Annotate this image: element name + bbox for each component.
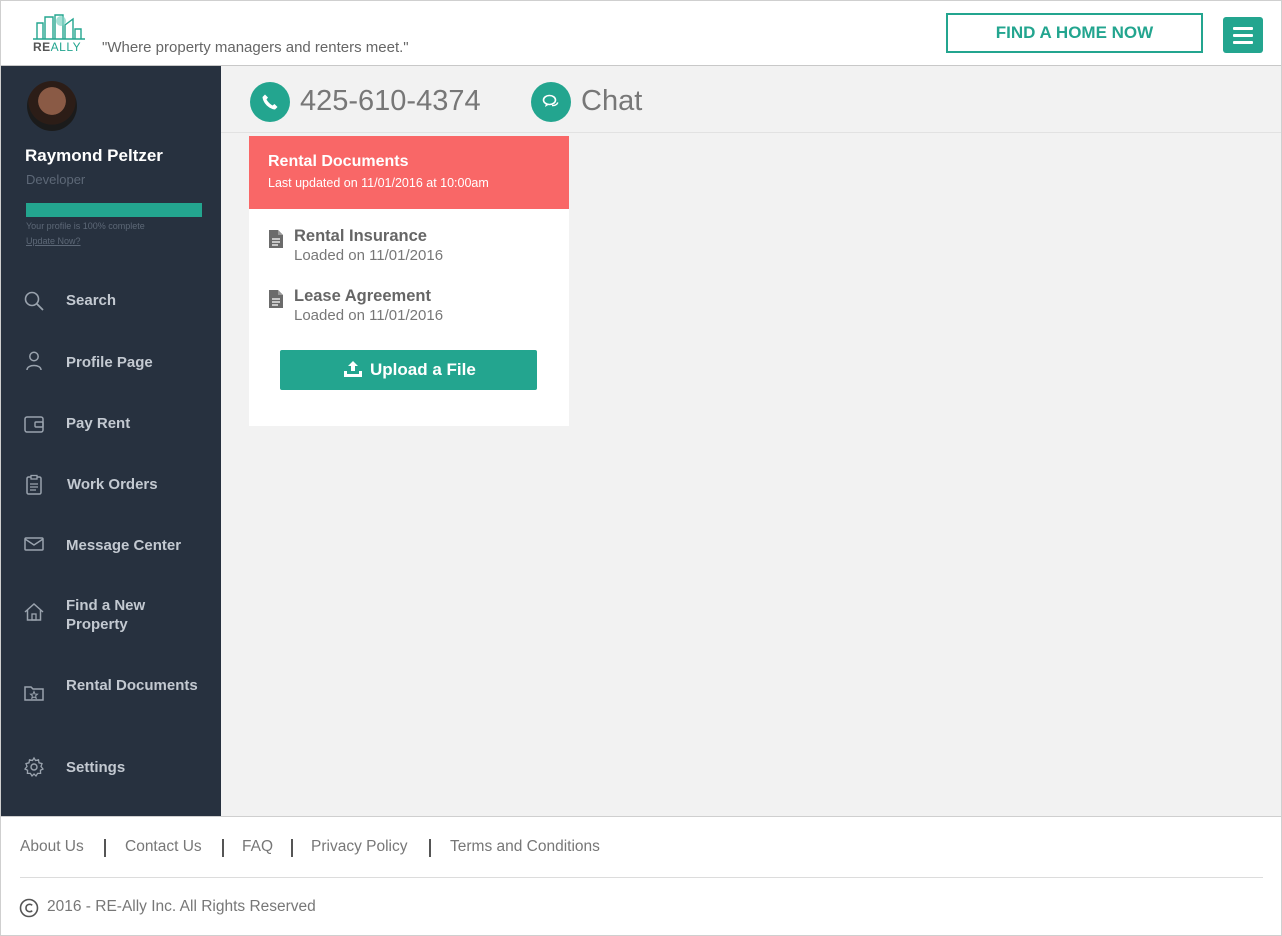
copyright-icon — [19, 898, 39, 918]
footer-link-privacy[interactable]: Privacy Policy — [311, 838, 407, 856]
sidebar-item-rental-documents[interactable]: Rental Documents — [1, 675, 221, 715]
sidebar-item-work-orders[interactable]: Work Orders — [1, 472, 221, 496]
hamburger-menu-button[interactable] — [1223, 17, 1263, 53]
sidebar-item-label: Settings — [66, 759, 126, 776]
update-now-link[interactable]: Update Now? — [26, 236, 81, 246]
card-header: Rental Documents Last updated on 11/01/2… — [249, 136, 569, 209]
footer-link-faq[interactable]: FAQ — [242, 838, 273, 856]
mail-icon — [23, 533, 45, 555]
folder-icon — [23, 682, 45, 704]
document-item[interactable]: Lease Agreement Loaded on 11/01/2016 — [268, 287, 558, 327]
footer-separator — [429, 839, 431, 857]
avatar[interactable] — [27, 81, 77, 131]
gear-icon — [23, 756, 45, 778]
sidebar-item-label: Search — [66, 292, 117, 309]
logo-wordmark: REALLY — [33, 40, 82, 54]
profile-progress-fill — [26, 203, 202, 217]
sidebar-item-search[interactable]: Search — [1, 288, 221, 312]
document-date: Loaded on 11/01/2016 — [294, 247, 444, 264]
footer-link-contact[interactable]: Contact Us — [125, 838, 202, 856]
search-icon — [23, 290, 45, 312]
tagline: "Where property managers and renters mee… — [102, 39, 409, 56]
phone-icon[interactable] — [250, 82, 290, 122]
phone-number[interactable]: 425-610-4374 — [300, 85, 481, 118]
document-icon — [268, 290, 284, 308]
sidebar-item-message-center[interactable]: Message Center — [1, 533, 221, 557]
document-item[interactable]: Rental Insurance Loaded on 11/01/2016 — [268, 227, 558, 267]
profile-progress-bar — [26, 203, 202, 217]
wallet-icon — [23, 413, 45, 435]
top-header: REALLY "Where property managers and rent… — [1, 1, 1281, 66]
chat-link[interactable]: Chat — [581, 85, 642, 118]
footer-separator — [291, 839, 293, 857]
profile-complete-note: Your profile is 100% complete — [26, 221, 145, 231]
sidebar: Raymond Peltzer Developer Your profile i… — [1, 66, 221, 816]
sidebar-item-label: Work Orders — [67, 476, 158, 493]
sidebar-item-label: Message Center — [66, 537, 182, 554]
card-subtitle: Last updated on 11/01/2016 at 10:00am — [268, 176, 489, 190]
sidebar-item-label: Rental Documents — [66, 677, 198, 694]
upload-icon — [344, 361, 362, 377]
card-title: Rental Documents — [268, 153, 409, 170]
hamburger-icon — [1233, 27, 1253, 30]
copyright-text: 2016 - RE-Ally Inc. All Rights Reserved — [47, 898, 316, 915]
sidebar-item-settings[interactable]: Settings — [1, 755, 221, 779]
upload-file-label: Upload a File — [370, 360, 476, 379]
upload-file-button[interactable]: Upload a File — [280, 350, 537, 390]
footer-link-about[interactable]: About Us — [20, 838, 84, 856]
clipboard-icon — [23, 474, 45, 496]
sidebar-item-label: Find a New Property — [66, 597, 146, 633]
home-icon — [23, 601, 45, 623]
sidebar-item-pay-rent[interactable]: Pay Rent — [1, 411, 221, 435]
user-name: Raymond Peltzer — [25, 146, 163, 165]
find-a-home-button[interactable]: FIND A HOME NOW — [946, 13, 1203, 53]
sidebar-item-label: Pay Rent — [66, 415, 131, 432]
rental-documents-card: Rental Documents Last updated on 11/01/2… — [249, 136, 569, 426]
contact-bar: 425-610-4374 Chat — [221, 66, 1281, 133]
sidebar-item-label: Profile Page — [66, 354, 153, 371]
sidebar-item-profile-page[interactable]: Profile Page — [1, 350, 221, 374]
footer-separator — [222, 839, 224, 857]
document-name: Lease Agreement — [294, 287, 431, 305]
footer-link-terms[interactable]: Terms and Conditions — [450, 838, 600, 856]
user-role: Developer — [26, 172, 86, 187]
document-name: Rental Insurance — [294, 227, 427, 245]
main-content: 425-610-4374 Chat Rental Documents Last … — [221, 66, 1281, 816]
user-icon — [23, 350, 45, 372]
document-date: Loaded on 11/01/2016 — [294, 307, 444, 324]
footer-divider — [20, 877, 1263, 878]
footer-separator — [104, 839, 106, 857]
footer: About Us Contact Us FAQ Privacy Policy T… — [1, 816, 1281, 935]
chat-icon[interactable] — [531, 82, 571, 122]
document-icon — [268, 230, 284, 248]
sidebar-item-find-new-property[interactable]: Find a New Property — [1, 595, 221, 635]
